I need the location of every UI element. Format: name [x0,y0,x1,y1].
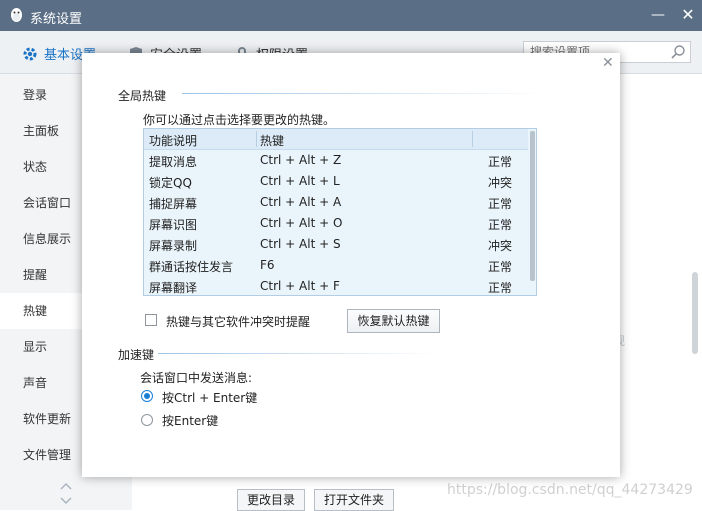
table-row[interactable]: 屏幕录制 Ctrl + Alt + S 冲突 [144,234,528,255]
column-header-hotkey: 热键 [260,134,285,148]
row-function: 屏幕识图 [149,218,198,232]
row-hotkey: Ctrl + Alt + L [260,174,340,188]
gear-icon [23,47,37,61]
sidebar-scroll-arrows-icon[interactable] [56,478,76,508]
row-function: 屏幕翻译 [149,281,198,295]
column-header-function: 功能说明 [149,134,198,148]
send-message-label: 会话窗口中发送消息: [140,371,253,385]
change-directory-button[interactable]: 更改目录 [237,489,305,511]
ctrl-enter-label[interactable]: 按Ctrl + Enter键 [162,389,257,406]
search-icon[interactable] [670,44,686,60]
column-separator [256,131,257,147]
row-status: 正常 [488,155,513,169]
section-divider [158,353,438,354]
row-status: 正常 [488,281,513,295]
row-status: 正常 [488,260,513,274]
window-title: 系统设置 [30,12,83,27]
row-status: 冲突 [488,176,513,190]
row-function: 屏幕录制 [149,239,198,253]
row-function: 提取消息 [149,155,198,169]
row-hotkey: Ctrl + Alt + S [260,237,341,251]
title-bar: 系统设置 — ✕ [0,0,702,31]
row-status: 正常 [488,197,513,211]
section-title-accelerator-keys: 加速键 [118,348,155,362]
row-hotkey: Ctrl + Alt + Z [260,153,342,167]
table-row[interactable]: 提取消息 Ctrl + Alt + Z 正常 [144,150,528,171]
restore-default-hotkeys-button[interactable]: 恢复默认热键 [347,309,440,333]
close-window-button[interactable]: ✕ [679,6,697,24]
ctrl-enter-radio[interactable] [141,390,153,402]
row-function: 群通话按住发言 [149,260,234,274]
minimize-button[interactable]: — [649,6,667,24]
table-header: 功能说明 热键 [144,129,528,150]
row-hotkey: Ctrl + Alt + F [260,279,340,293]
conflict-reminder-label[interactable]: 热键与其它软件冲突时提醒 [166,313,310,330]
open-folder-button[interactable]: 打开文件夹 [314,489,394,511]
table-row[interactable]: 锁定QQ Ctrl + Alt + L 冲突 [144,171,528,192]
table-row[interactable]: 捕捉屏幕 Ctrl + Alt + A 正常 [144,192,528,213]
enter-radio[interactable] [141,414,153,426]
dialog-close-icon[interactable]: ✕ [602,55,614,71]
enter-label[interactable]: 按Enter键 [162,412,218,429]
row-status: 冲突 [488,239,513,253]
row-status: 正常 [488,218,513,232]
hotkey-hint: 你可以通过点击选择要更改的热键。 [143,113,336,127]
table-row[interactable]: 屏幕识图 Ctrl + Alt + O 正常 [144,213,528,234]
table-row[interactable]: 群通话按住发言 F6 正常 [144,255,528,276]
conflict-reminder-checkbox[interactable] [145,314,157,326]
section-divider [182,93,550,94]
watermark: https://blog.csdn.net/qq_44273429 [447,482,693,498]
row-hotkey: F6 [260,258,275,272]
section-title-global-hotkeys: 全局热键 [118,89,167,103]
hotkey-dialog: ✕ 全局热键 你可以通过点击选择要更改的热键。 功能说明 热键 提取消息 Ctr… [82,53,620,477]
row-function: 捕捉屏幕 [149,197,198,211]
table-row[interactable]: 屏幕翻译 Ctrl + Alt + F 正常 [144,276,528,295]
table-scrollbar[interactable] [530,131,535,281]
qq-penguin-icon [11,8,22,22]
row-function: 锁定QQ [149,176,192,190]
hotkey-table: 功能说明 热键 提取消息 Ctrl + Alt + Z 正常 锁定QQ Ctrl… [143,128,537,296]
row-hotkey: Ctrl + Alt + O [260,216,343,230]
content-scrollbar[interactable] [692,272,698,354]
column-separator [472,131,473,147]
row-hotkey: Ctrl + Alt + A [260,195,342,209]
